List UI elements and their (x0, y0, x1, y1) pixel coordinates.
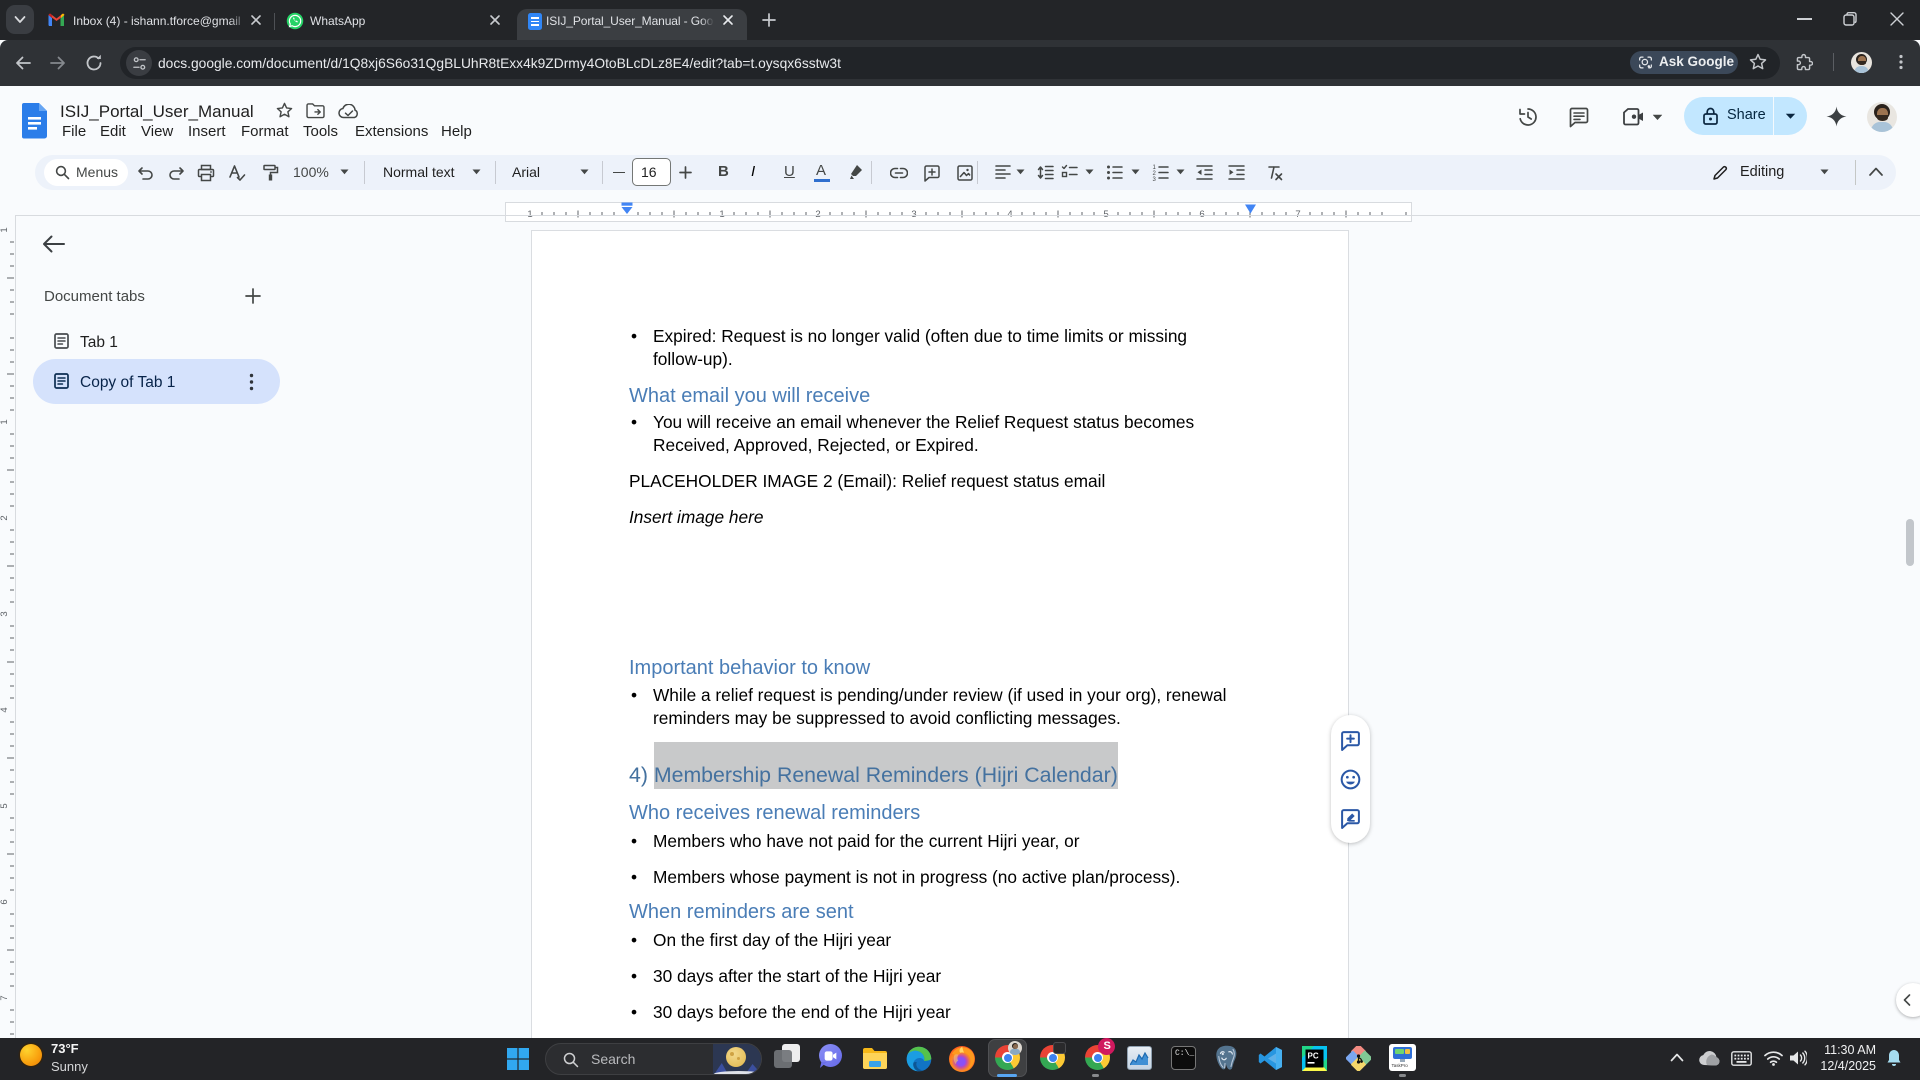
svg-text:3: 3 (1153, 177, 1157, 181)
svg-text:PC: PC (1308, 1052, 1319, 1061)
